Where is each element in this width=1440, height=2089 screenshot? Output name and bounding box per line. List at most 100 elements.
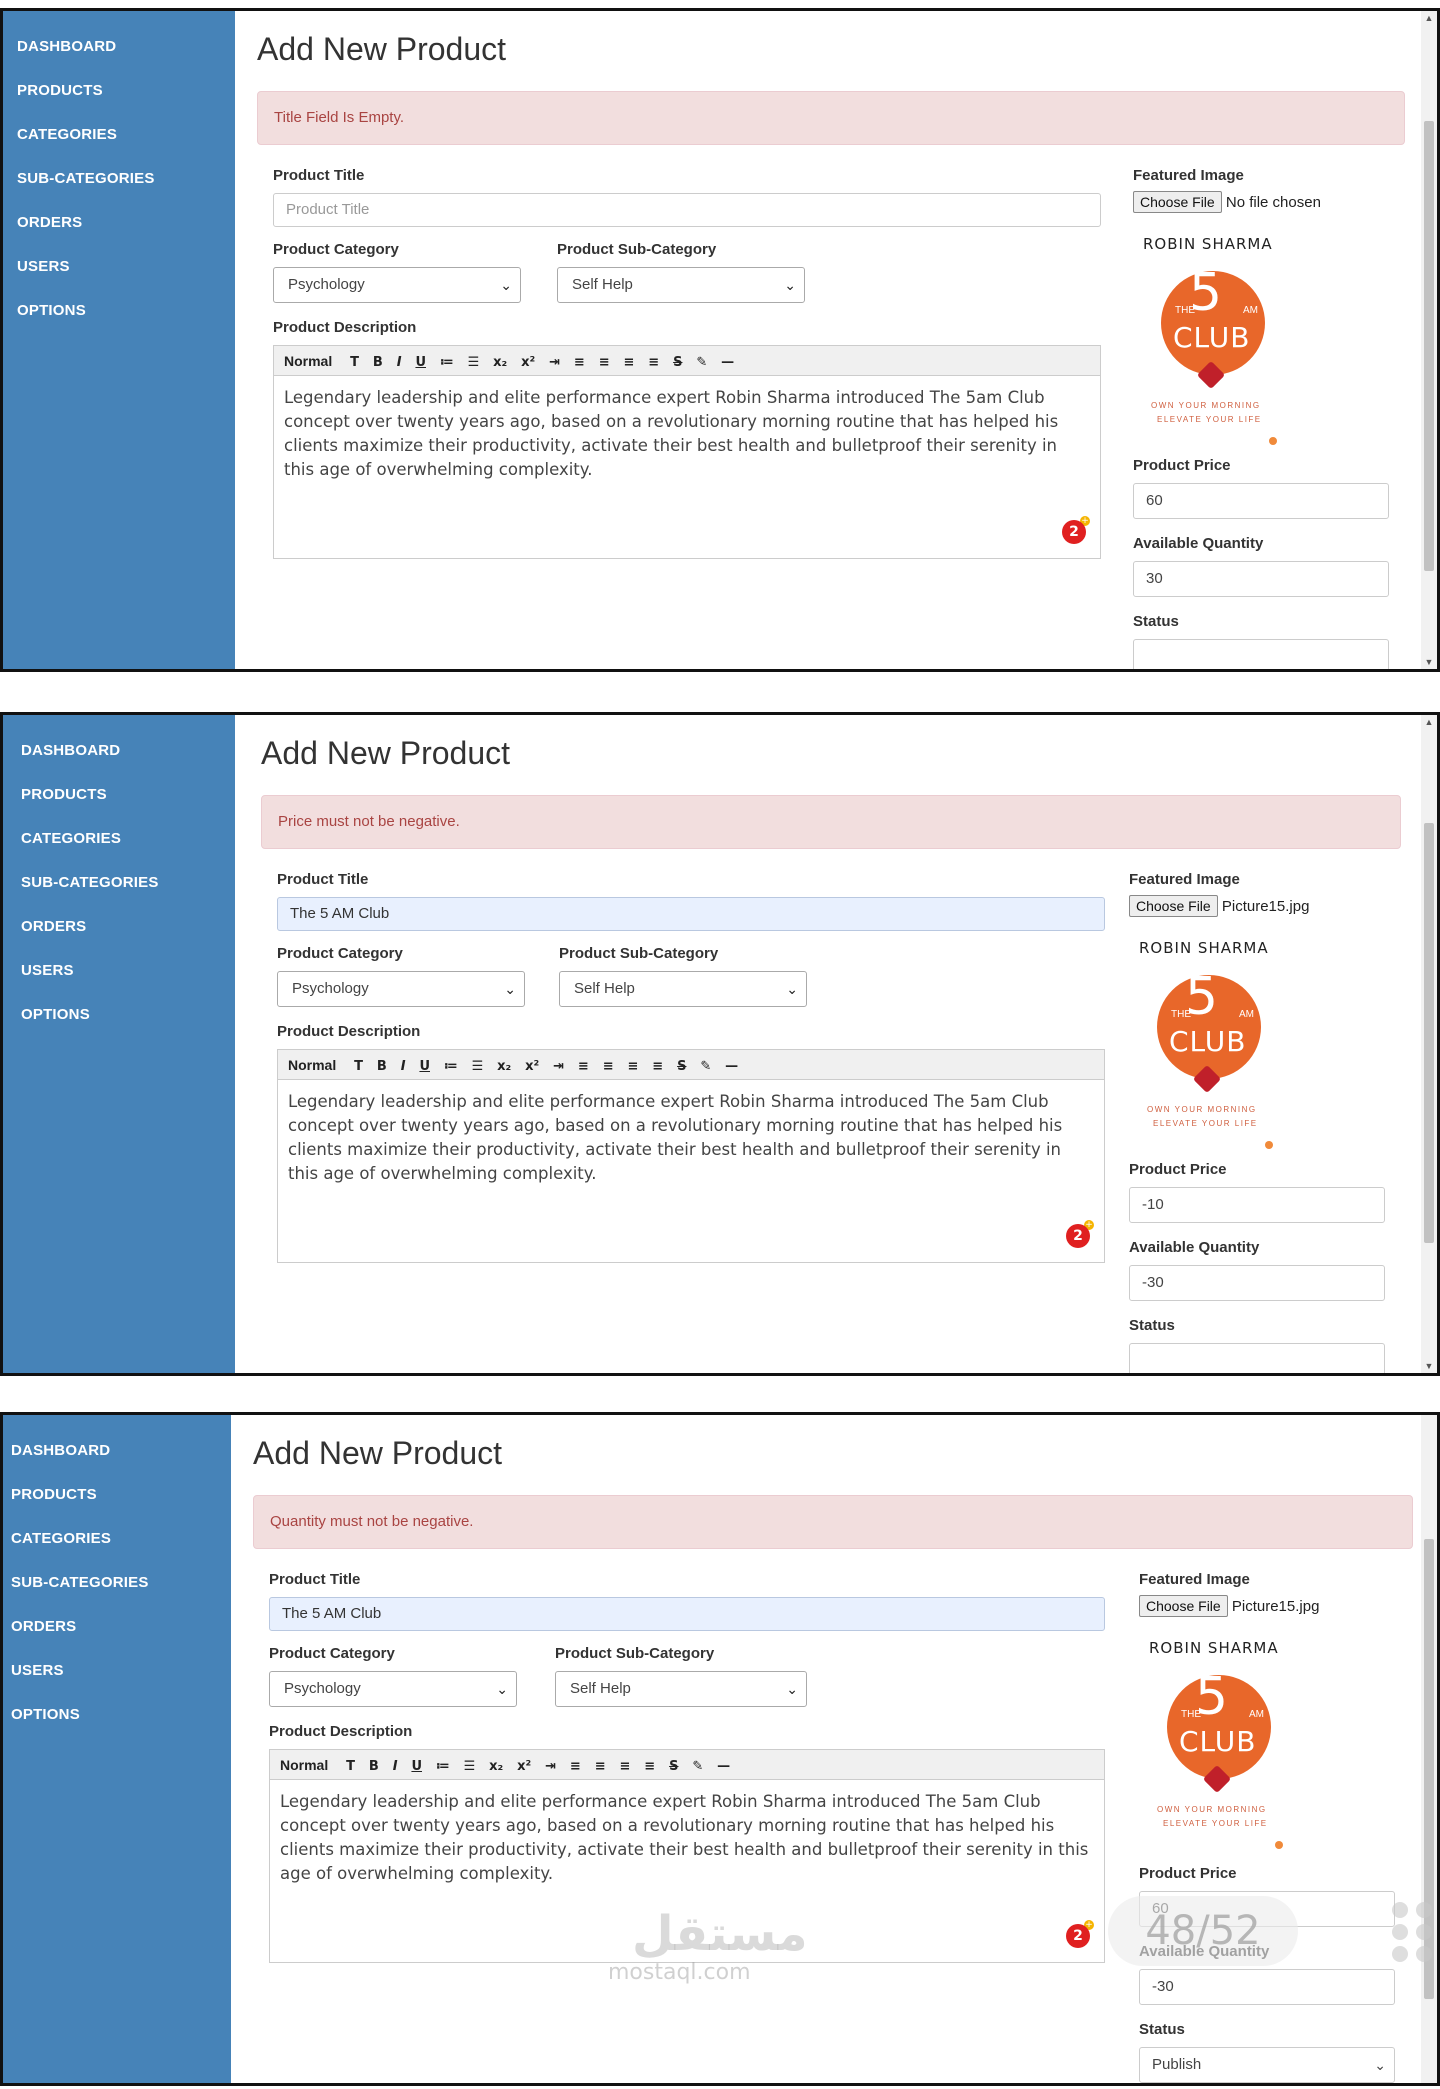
italic-button[interactable]: I [393,1752,398,1782]
nav-categories[interactable]: CATEGORIES [3,125,235,169]
indent-button[interactable]: ⇥ [545,1752,556,1782]
ordered-list-button[interactable]: ≔ [440,348,454,378]
scrollbar[interactable]: ▲ ▼ [1421,715,1437,1373]
highlight-button[interactable]: ✎ [692,1752,703,1782]
scroll-down-icon[interactable]: ▼ [1424,1361,1434,1371]
scrollbar[interactable] [1421,1415,1437,2083]
bullet-list-button[interactable]: ☰ [464,1752,476,1782]
status-select[interactable] [1133,639,1389,669]
subscript-button[interactable]: x₂ [497,1052,511,1082]
horizontal-rule-button[interactable]: — [721,348,734,378]
nav-products[interactable]: PRODUCTS [3,785,235,829]
scrollbar[interactable]: ▲ ▼ [1421,11,1437,669]
nav-sub-categories[interactable]: SUB-CATEGORIES [3,873,235,917]
choose-file-button[interactable]: Choose File [1133,191,1222,213]
align-center-button[interactable]: ≡ [603,1052,614,1082]
bullet-list-button[interactable]: ☰ [472,1052,484,1082]
ordered-list-button[interactable]: ≔ [436,1752,450,1782]
nav-options[interactable]: OPTIONS [3,1705,231,1749]
nav-products[interactable]: PRODUCTS [3,81,235,125]
highlight-button[interactable]: ✎ [700,1052,711,1082]
horizontal-rule-button[interactable]: — [725,1052,738,1082]
italic-button[interactable]: I [401,1052,406,1082]
product-title-input[interactable]: The 5 AM Club [269,1597,1105,1631]
align-left-button[interactable]: ≡ [574,348,585,378]
file-input[interactable]: Choose File Picture15.jpg [1129,895,1389,921]
notification-badge[interactable]: 2 [1066,1924,1090,1948]
nav-orders[interactable]: ORDERS [3,917,235,961]
nav-products[interactable]: PRODUCTS [3,1485,231,1529]
grid-dots-icon[interactable] [1392,1896,1440,1966]
product-price-input[interactable]: 60 [1133,483,1389,519]
subscript-button[interactable]: x₂ [493,348,507,378]
notification-badge[interactable]: 2 [1062,520,1086,544]
status-select[interactable] [1129,1343,1385,1373]
bullet-list-button[interactable]: ☰ [468,348,480,378]
nav-orders[interactable]: ORDERS [3,213,235,257]
align-justify-button[interactable]: ≡ [644,1752,655,1782]
nav-options[interactable]: OPTIONS [3,301,235,345]
bold-button[interactable]: B [369,1752,379,1782]
nav-categories[interactable]: CATEGORIES [3,1529,231,1573]
nav-options[interactable]: OPTIONS [3,1005,235,1049]
nav-sub-categories[interactable]: SUB-CATEGORIES [3,169,235,213]
scroll-down-icon[interactable]: ▼ [1424,657,1434,667]
format-dropdown[interactable]: Normal [284,346,332,376]
underline-button[interactable]: U [411,1752,422,1782]
scroll-thumb[interactable] [1424,121,1434,571]
file-input[interactable]: Choose File No file chosen [1133,191,1393,217]
underline-button[interactable]: U [419,1052,430,1082]
align-right-button[interactable]: ≡ [624,348,635,378]
align-right-button[interactable]: ≡ [620,1752,631,1782]
scroll-up-icon[interactable]: ▲ [1424,717,1434,727]
font-size-button[interactable]: T [354,1052,363,1082]
product-title-input[interactable]: The 5 AM Club [277,897,1105,931]
scroll-thumb[interactable] [1424,823,1434,1243]
align-center-button[interactable]: ≡ [595,1752,606,1782]
editor-content[interactable]: Legendary leadership and elite performan… [278,1080,1104,1262]
format-dropdown[interactable]: Normal [280,1750,328,1780]
nav-orders[interactable]: ORDERS [3,1617,231,1661]
nav-categories[interactable]: CATEGORIES [3,829,235,873]
nav-dashboard[interactable]: DASHBOARD [3,1441,231,1485]
choose-file-button[interactable]: Choose File [1139,1595,1228,1617]
nav-users[interactable]: USERS [3,257,235,301]
category-select[interactable]: Psychology ⌄ [277,971,525,1007]
notification-badge[interactable]: 2 [1066,1224,1090,1248]
font-size-button[interactable]: T [350,348,359,378]
indent-button[interactable]: ⇥ [553,1052,564,1082]
category-select[interactable]: Psychology ⌄ [273,267,521,303]
scroll-up-icon[interactable]: ▲ [1424,13,1434,23]
font-size-button[interactable]: T [346,1752,355,1782]
superscript-button[interactable]: x² [525,1052,539,1082]
align-center-button[interactable]: ≡ [599,348,610,378]
format-dropdown[interactable]: Normal [288,1050,336,1080]
sub-category-select[interactable]: Self Help ⌄ [555,1671,807,1707]
italic-button[interactable]: I [397,348,402,378]
sub-category-select[interactable]: Self Help ⌄ [557,267,805,303]
bold-button[interactable]: B [377,1052,387,1082]
nav-sub-categories[interactable]: SUB-CATEGORIES [3,1573,231,1617]
strikethrough-button[interactable]: S [673,348,682,378]
strikethrough-button[interactable]: S [677,1052,686,1082]
sub-category-select[interactable]: Self Help ⌄ [559,971,807,1007]
available-quantity-input[interactable]: -30 [1129,1265,1385,1301]
nav-dashboard[interactable]: DASHBOARD [3,37,235,81]
available-quantity-input[interactable]: -30 [1139,1969,1395,2005]
align-left-button[interactable]: ≡ [578,1052,589,1082]
file-input[interactable]: Choose File Picture15.jpg [1139,1595,1399,1621]
superscript-button[interactable]: x² [521,348,535,378]
available-quantity-input[interactable]: 30 [1133,561,1389,597]
highlight-button[interactable]: ✎ [696,348,707,378]
align-justify-button[interactable]: ≡ [648,348,659,378]
status-select[interactable]: Publish ⌄ [1139,2047,1395,2083]
choose-file-button[interactable]: Choose File [1129,895,1218,917]
editor-content[interactable]: Legendary leadership and elite performan… [274,376,1100,558]
product-price-input[interactable]: -10 [1129,1187,1385,1223]
nav-dashboard[interactable]: DASHBOARD [3,741,235,785]
align-left-button[interactable]: ≡ [570,1752,581,1782]
subscript-button[interactable]: x₂ [489,1752,503,1782]
indent-button[interactable]: ⇥ [549,348,560,378]
nav-users[interactable]: USERS [3,961,235,1005]
product-title-input[interactable]: Product Title [273,193,1101,227]
